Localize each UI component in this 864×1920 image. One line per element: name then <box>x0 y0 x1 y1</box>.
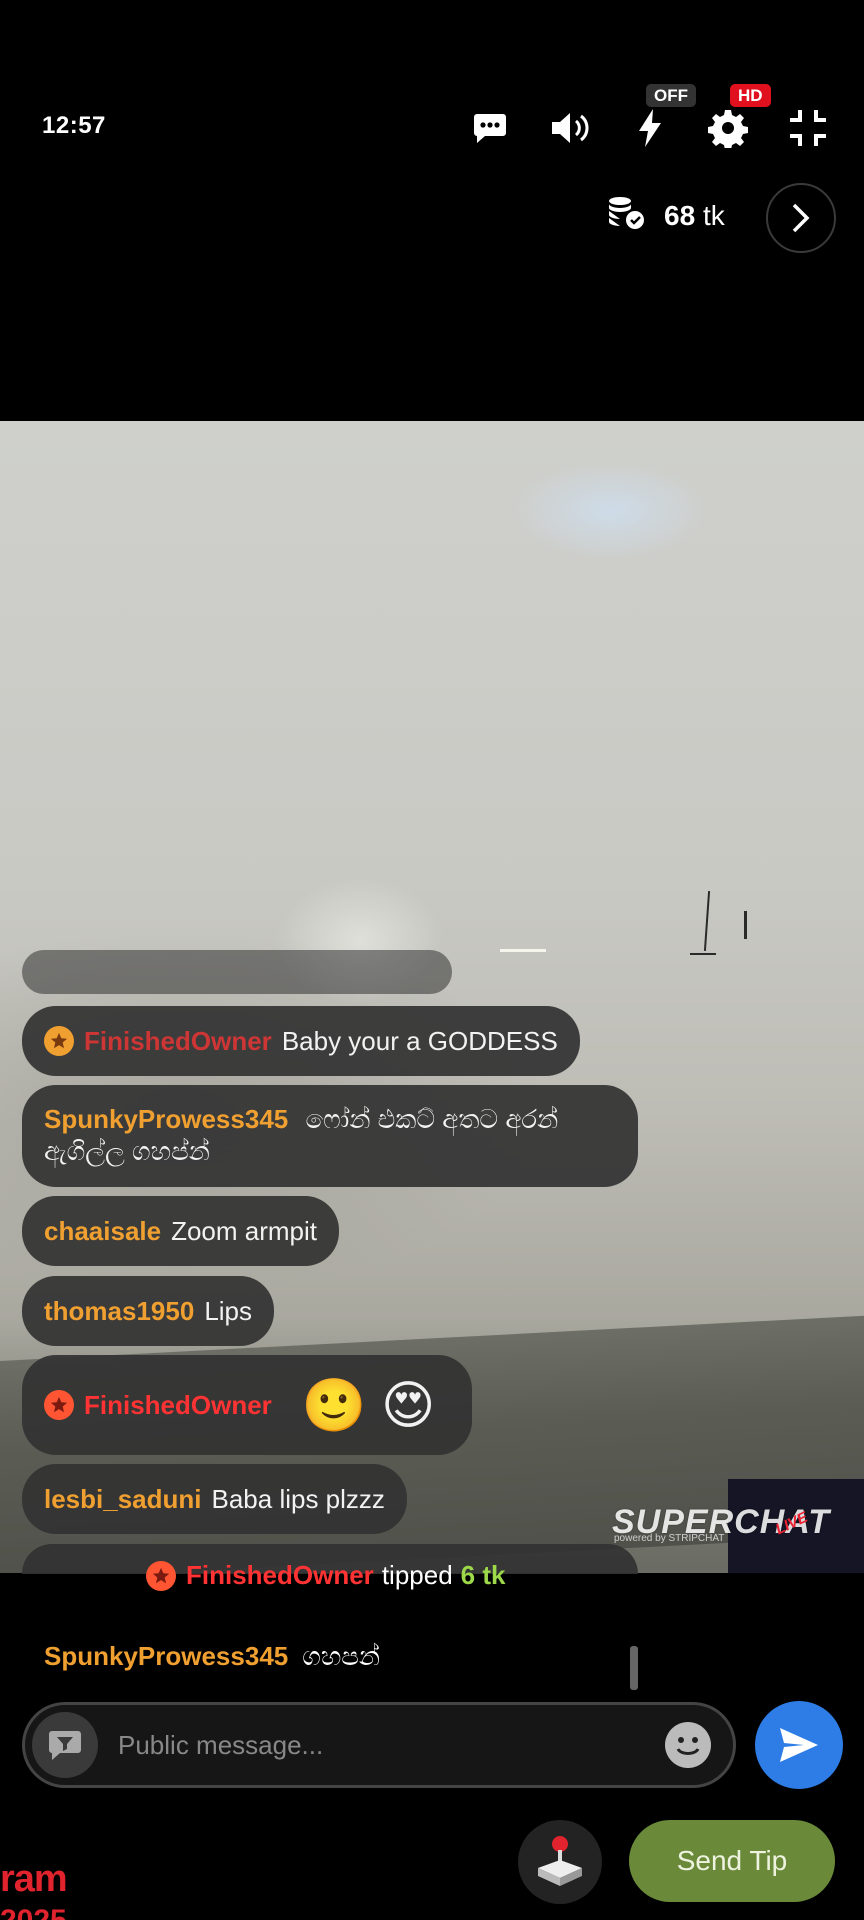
corner-brand-text: ram <box>0 1858 68 1900</box>
chat-scrollbar[interactable] <box>630 1646 638 1690</box>
flash-icon[interactable] <box>626 104 674 152</box>
send-message-button[interactable] <box>755 1701 843 1789</box>
chat-username[interactable]: SpunkyProwess345 <box>44 1641 288 1673</box>
token-unit: tk <box>702 199 725 231</box>
exit-fullscreen-icon[interactable] <box>784 104 832 152</box>
tip-notification: FinishedOwner tipped 6 tk <box>146 1560 505 1591</box>
star-badge-icon <box>44 1026 74 1056</box>
tip-amount: 6 tk <box>460 1560 506 1590</box>
star-badge-icon <box>146 1560 176 1591</box>
chat-filter-button[interactable] <box>32 1712 98 1778</box>
send-icon <box>780 1728 818 1762</box>
wall-mark <box>703 891 711 951</box>
chat-text: Zoom armpit <box>171 1215 318 1246</box>
chat-username[interactable]: lesbi_saduni <box>44 1484 202 1515</box>
emoji-button[interactable] <box>665 1722 711 1768</box>
hd-badge: HD <box>730 84 771 107</box>
clock: 12:57 <box>42 112 106 139</box>
coins-icon <box>606 196 646 235</box>
chat-message[interactable]: chaaisale Zoom armpit <box>22 1196 340 1266</box>
chat-message[interactable]: thomas1950 Lips <box>22 1276 275 1346</box>
wall-mark <box>690 953 716 955</box>
volume-icon[interactable] <box>546 104 594 152</box>
chevron-right-icon <box>792 203 810 233</box>
chat-text: Baby your a GODDESS <box>281 1025 558 1056</box>
chat-username[interactable]: thomas1950 <box>44 1296 194 1327</box>
chat-message[interactable]: SpunkyProwess345 ෆෝන් එකට් අතට අරන් ඇගිල… <box>22 1085 638 1187</box>
joystick-icon <box>538 1836 582 1886</box>
chat-message[interactable]: FinishedOwner Baby your a GODDESS <box>22 1006 580 1076</box>
chat-message[interactable]: FinishedOwner 🙂 😍 <box>22 1355 472 1455</box>
chat-text: Baba lips plzzz <box>211 1483 385 1514</box>
smiley-icon <box>676 1737 700 1755</box>
chat-username[interactable]: FinishedOwner <box>84 1026 272 1057</box>
flash-off-badge: OFF <box>646 84 696 107</box>
message-composer <box>22 1702 736 1788</box>
chat-username[interactable]: SpunkyProwess345 <box>44 1104 288 1134</box>
superchat-powered-by: powered by STRIPCHAT <box>614 1533 725 1544</box>
chat-icon[interactable] <box>466 104 514 152</box>
next-model-button[interactable] <box>766 183 836 253</box>
chat-filter-icon <box>49 1731 81 1760</box>
message-input[interactable] <box>118 1729 665 1761</box>
tip-username[interactable]: FinishedOwner <box>186 1560 374 1591</box>
chat-message-latest[interactable]: SpunkyProwess345 ගහපන් <box>44 1641 380 1673</box>
chat-text: Lips <box>204 1295 253 1326</box>
wall-highlight <box>500 949 546 952</box>
chat-username[interactable]: chaaisale <box>44 1216 161 1247</box>
chat-username[interactable]: FinishedOwner <box>84 1390 272 1421</box>
chat-emoji-text: 🙂 😍 <box>301 1376 436 1435</box>
settings-icon[interactable] <box>704 104 752 152</box>
app-root: 12:57 OFF HD 68 tk SUPERCHAT powered by … <box>0 0 864 1920</box>
chat-bubble-faded <box>22 950 452 994</box>
wall-mark <box>744 911 747 939</box>
games-button[interactable] <box>518 1820 602 1904</box>
tip-verb: tipped <box>381 1560 453 1590</box>
send-tip-button[interactable]: Send Tip <box>629 1820 835 1902</box>
chat-message[interactable]: lesbi_saduni Baba lips plzzz <box>22 1464 407 1534</box>
token-balance[interactable]: 68 tk <box>606 196 725 235</box>
star-badge-icon <box>44 1390 74 1420</box>
corner-brand-number: 2025 <box>0 1904 67 1920</box>
chat-text: ගහපන් <box>302 1641 381 1671</box>
token-amount: 68 <box>664 199 696 231</box>
